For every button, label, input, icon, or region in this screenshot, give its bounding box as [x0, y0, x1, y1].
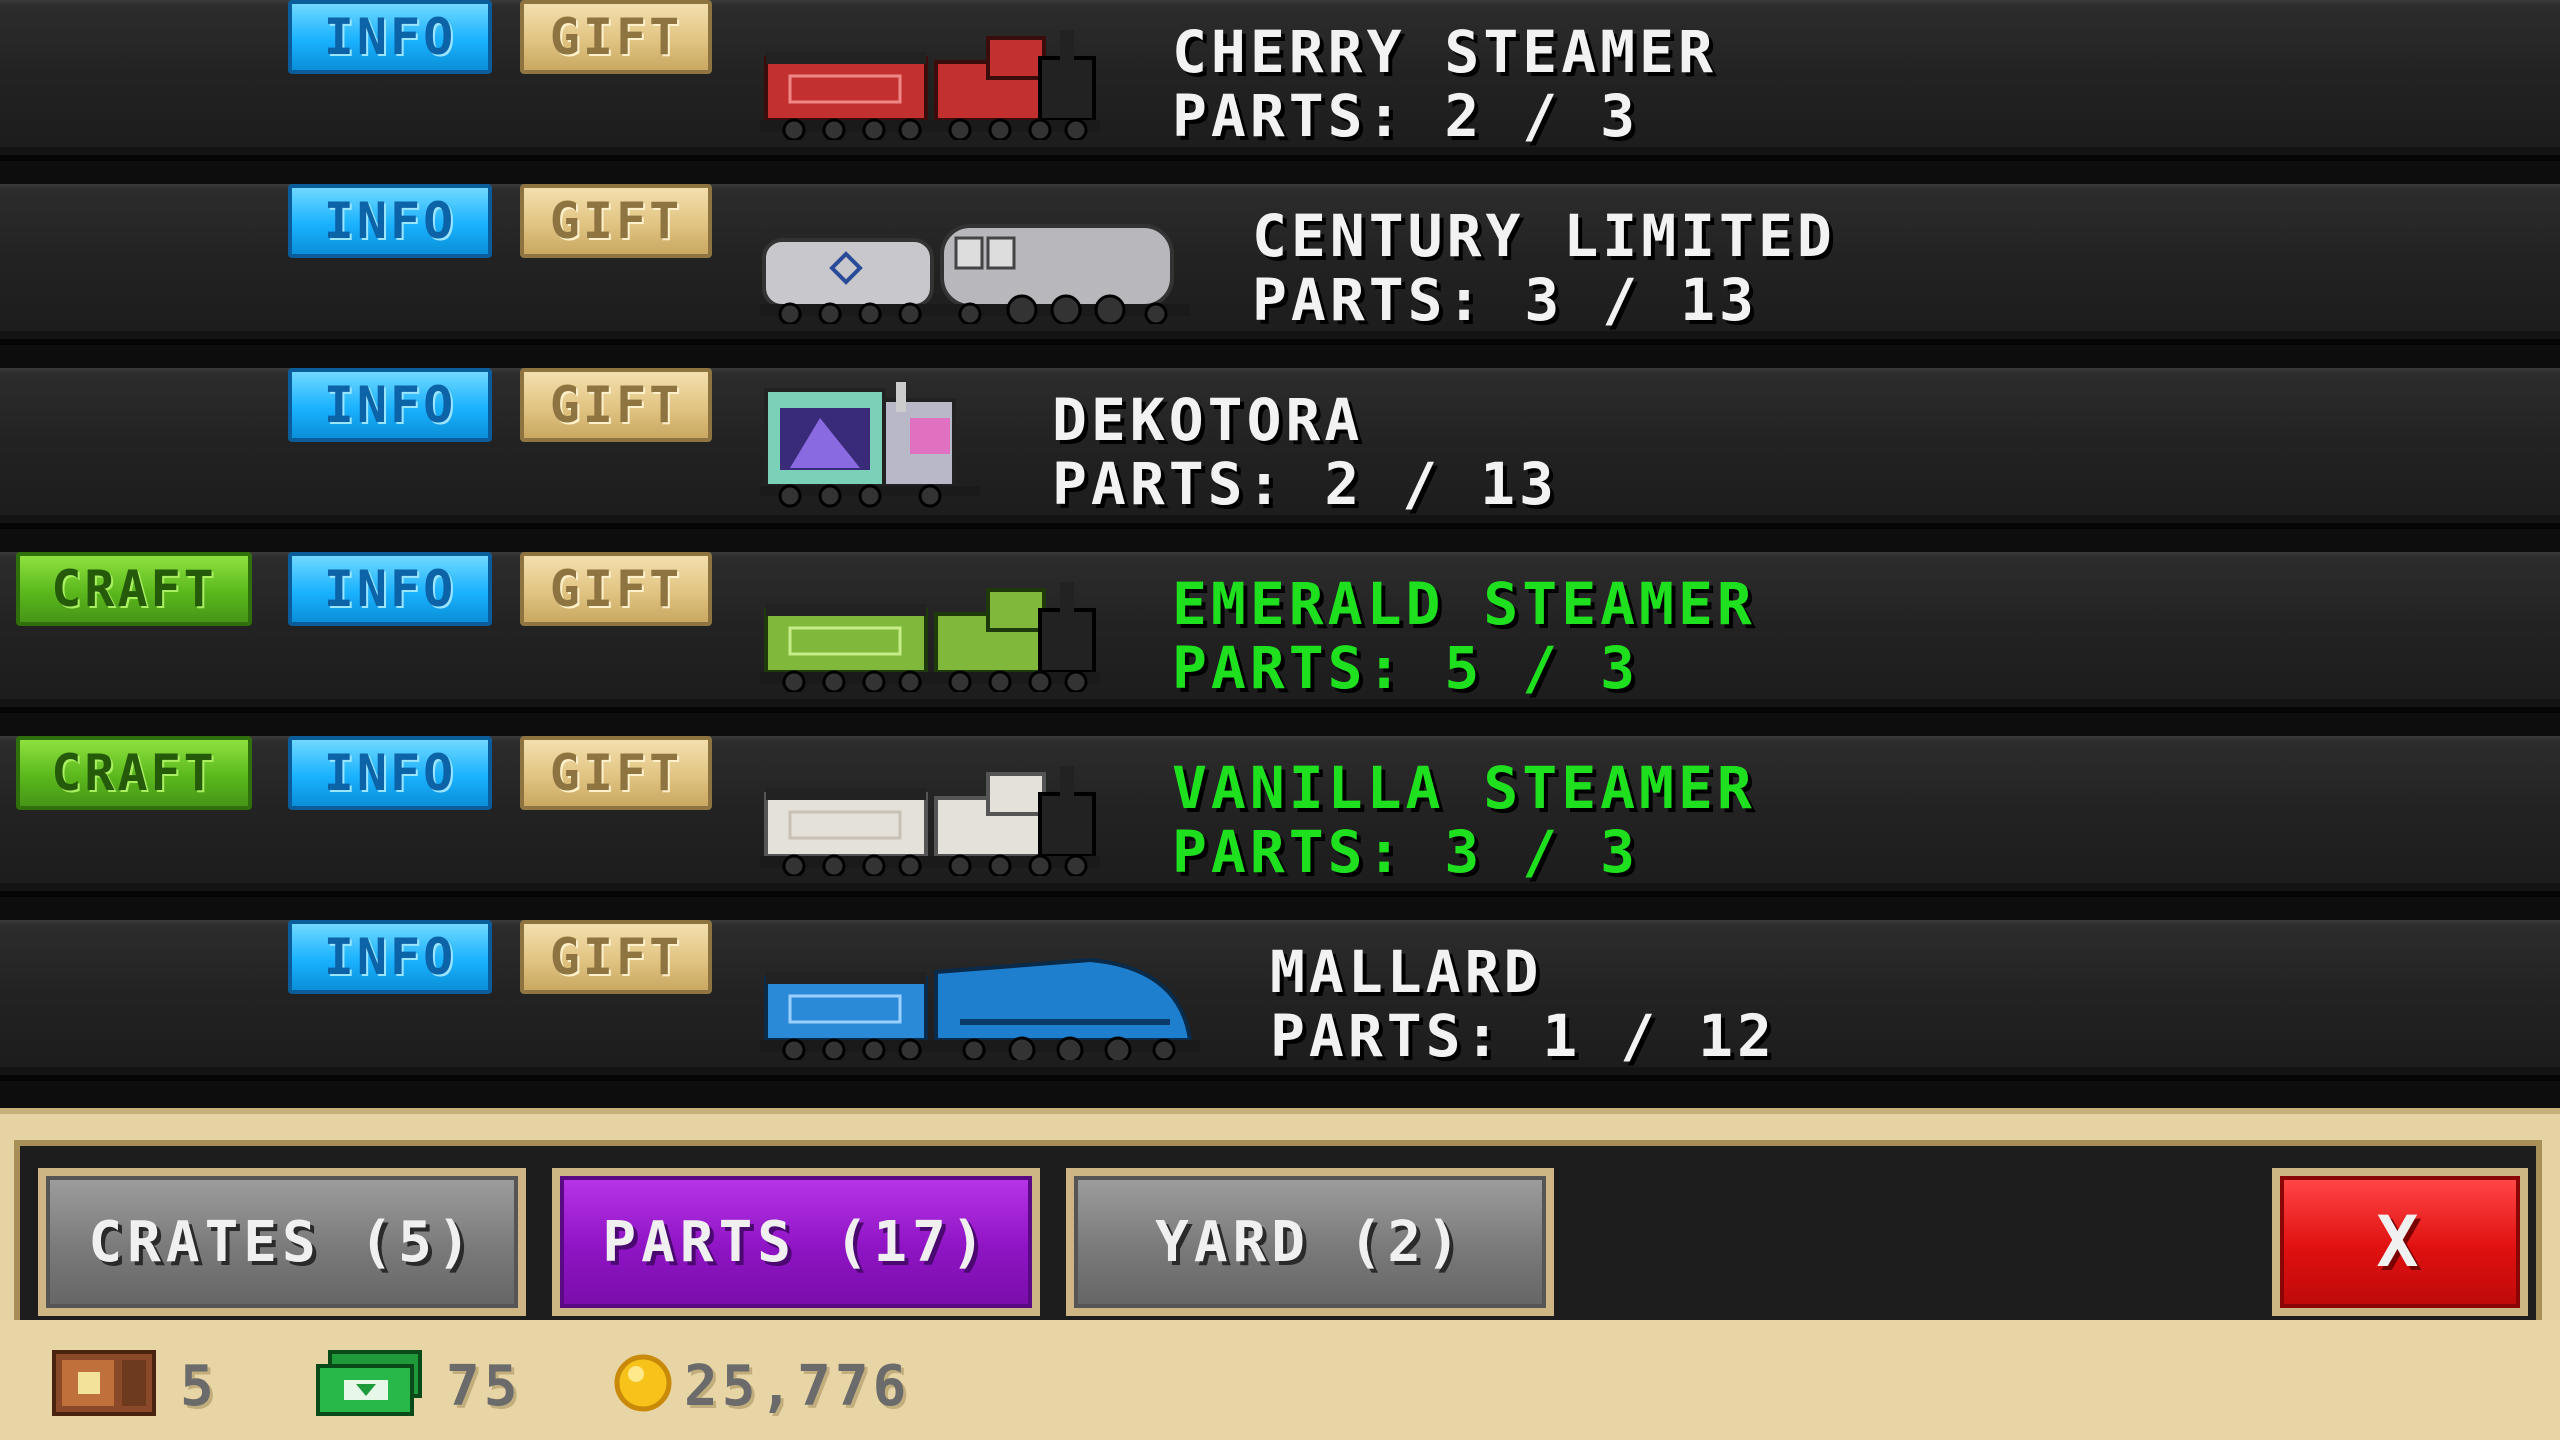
train-row-vanilla-steamer: CRAFT INFO GIFT VANILLA STEAMER PARTS: 3… — [0, 736, 2560, 897]
tab-yard[interactable]: YARD (2) — [1066, 1168, 1554, 1316]
parts-count: PARTS: 3 / 3 — [1172, 818, 1640, 886]
info-button[interactable]: INFO — [288, 184, 492, 258]
parts-count: PARTS: 2 / 3 — [1172, 82, 1640, 150]
train-name: CENTURY LIMITED — [1252, 202, 1836, 270]
tab-bar: CRATES (5) PARTS (17) YARD (2) X — [14, 1140, 2542, 1340]
coin-icon — [614, 1354, 672, 1412]
tab-yard-label: YARD (2) — [1074, 1176, 1546, 1308]
tab-parts-label: PARTS (17) — [560, 1176, 1032, 1308]
century-limited-sprite — [760, 224, 1190, 324]
close-button[interactable]: X — [2272, 1168, 2528, 1316]
gift-button[interactable]: GIFT — [520, 552, 712, 626]
parts-count: PARTS: 1 / 12 — [1270, 1002, 1776, 1070]
status-bar: 5 75 25,776 — [0, 1320, 2560, 1440]
train-row-century-limited: INFO GIFT CENTURY LIMITED PARTS: 3 / 13 — [0, 184, 2560, 345]
train-name: EMERALD STEAMER — [1172, 570, 1756, 638]
cash-icon — [316, 1350, 422, 1416]
train-row-emerald-steamer: CRAFT INFO GIFT EMERALD STEAMER PARTS: 5… — [0, 552, 2560, 713]
tab-crates[interactable]: CRATES (5) — [38, 1168, 526, 1316]
tab-crates-label: CRATES (5) — [46, 1176, 518, 1308]
crates-count: 5 — [180, 1354, 218, 1419]
info-button[interactable]: INFO — [288, 0, 492, 74]
dekotora-sprite — [760, 382, 980, 508]
train-name: VANILLA STEAMER — [1172, 754, 1756, 822]
coins-amount: 25,776 — [684, 1354, 911, 1419]
tab-parts[interactable]: PARTS (17) — [552, 1168, 1040, 1316]
emerald-steamer-sprite — [760, 582, 1100, 692]
gift-button[interactable]: GIFT — [520, 736, 712, 810]
train-parts-list[interactable]: INFO GIFT CHERRY STEAMER PARTS: 2 / 3 IN… — [0, 0, 2560, 1105]
parts-screen: INFO GIFT CHERRY STEAMER PARTS: 2 / 3 IN… — [0, 0, 2560, 1440]
info-button[interactable]: INFO — [288, 736, 492, 810]
craft-button[interactable]: CRAFT — [16, 736, 252, 810]
parts-count: PARTS: 5 / 3 — [1172, 634, 1640, 702]
crate-icon — [52, 1350, 156, 1416]
train-row-mallard: INFO GIFT MALLARD PARTS: 1 / 12 — [0, 920, 2560, 1081]
cash-amount: 75 — [446, 1354, 522, 1419]
gift-button[interactable]: GIFT — [520, 920, 712, 994]
parts-count: PARTS: 2 / 13 — [1052, 450, 1558, 518]
craft-button[interactable]: CRAFT — [16, 552, 252, 626]
train-name: MALLARD — [1270, 938, 1543, 1006]
parts-count: PARTS: 3 / 13 — [1252, 266, 1758, 334]
train-row-dekotora: INFO GIFT DEKOTORA PARTS: 2 / 13 — [0, 368, 2560, 529]
train-row-cherry-steamer: INFO GIFT CHERRY STEAMER PARTS: 2 / 3 — [0, 0, 2560, 161]
gift-button[interactable]: GIFT — [520, 184, 712, 258]
cherry-steamer-sprite — [760, 30, 1100, 140]
gift-button[interactable]: GIFT — [520, 0, 712, 74]
mallard-sprite — [760, 957, 1200, 1060]
close-icon: X — [2280, 1176, 2520, 1308]
train-name: CHERRY STEAMER — [1172, 18, 1717, 86]
vanilla-steamer-sprite — [760, 766, 1100, 876]
info-button[interactable]: INFO — [288, 920, 492, 994]
train-name: DEKOTORA — [1052, 386, 1364, 454]
info-button[interactable]: INFO — [288, 552, 492, 626]
gift-button[interactable]: GIFT — [520, 368, 712, 442]
info-button[interactable]: INFO — [288, 368, 492, 442]
